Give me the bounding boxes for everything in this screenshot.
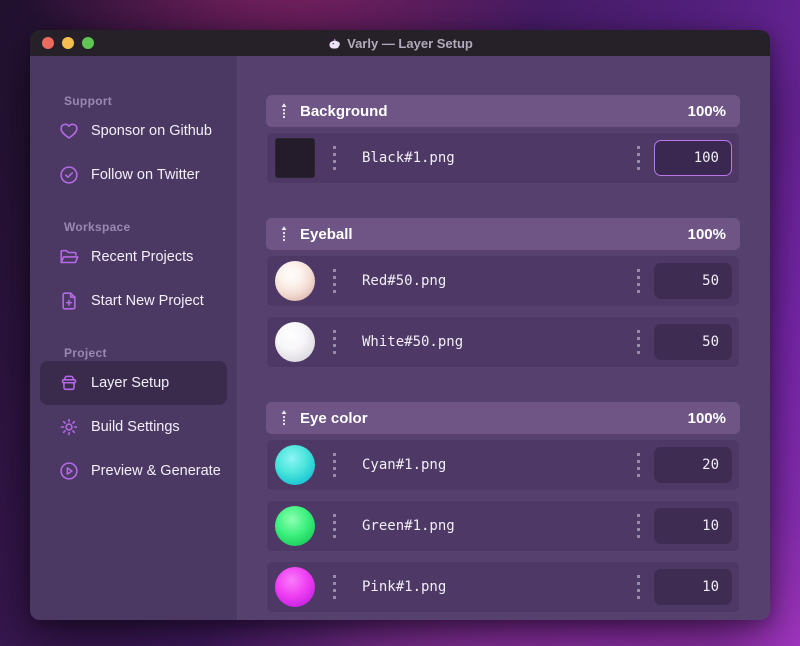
dashed-divider xyxy=(333,453,336,477)
sidebar-section-label: Project xyxy=(64,346,107,360)
sidebar-item-preview-generate[interactable]: Preview & Generate xyxy=(40,449,227,493)
sidebar-item-recent-projects[interactable]: Recent Projects xyxy=(40,235,227,279)
unicorn-icon xyxy=(329,37,340,49)
layer-row[interactable]: White#50.png xyxy=(266,316,740,368)
verified-badge-icon xyxy=(58,164,80,186)
layer-thumbnail-white-sphere xyxy=(275,322,315,362)
gear-icon xyxy=(58,416,80,438)
sidebar-item-label: Layer Setup xyxy=(91,375,170,391)
layer-group-background: Background 100% Black#1.png xyxy=(266,95,740,184)
layer-group-header[interactable]: Background 100% xyxy=(266,95,740,127)
titlebar: Varly — Layer Setup xyxy=(30,30,770,56)
dashed-divider xyxy=(637,514,640,538)
layer-file-name: White#50.png xyxy=(362,334,464,350)
layer-rows: Red#50.png White#50.png xyxy=(266,255,740,368)
traffic-lights xyxy=(42,30,94,56)
layer-weight-input[interactable] xyxy=(654,569,732,605)
sidebar-item-sponsor-on-github[interactable]: Sponsor on Github xyxy=(40,109,227,153)
layer-file-name: Black#1.png xyxy=(362,150,455,166)
dashed-divider xyxy=(333,575,336,599)
dashed-divider xyxy=(637,453,640,477)
layer-weight-input[interactable] xyxy=(654,263,732,299)
layer-rows: Cyan#1.png Green#1.png Pink#1.png xyxy=(266,439,740,613)
drag-handle-icon[interactable] xyxy=(276,408,292,428)
layer-file-name: Red#50.png xyxy=(362,273,447,289)
dashed-divider xyxy=(333,146,336,170)
layer-thumbnail-red-sphere xyxy=(275,261,315,301)
heart-icon xyxy=(58,120,80,142)
layer-weight-input[interactable] xyxy=(654,140,732,176)
layer-thumbnail-cyan-sphere xyxy=(275,445,315,485)
dashed-divider xyxy=(333,514,336,538)
layer-group-header[interactable]: Eye color 100% xyxy=(266,402,740,434)
sidebar-item-label: Follow on Twitter xyxy=(91,167,200,183)
layers-box-icon xyxy=(58,372,80,394)
layer-group-weight: 100% xyxy=(687,102,726,120)
sidebar-section-items: Sponsor on Github Follow on Twitter xyxy=(40,109,227,197)
layers-panel: Background 100% Black#1.png Eyeball 100%… xyxy=(238,56,770,620)
sidebar-item-start-new-project[interactable]: Start New Project xyxy=(40,279,227,323)
layer-group-weight: 100% xyxy=(687,409,726,427)
window-title-text: Varly — Layer Setup xyxy=(347,35,473,51)
sidebar-item-follow-on-twitter[interactable]: Follow on Twitter xyxy=(40,153,227,197)
sidebar-section: Support Sponsor on Github Follow on Twit… xyxy=(40,93,227,197)
sidebar-section-label: Support xyxy=(64,94,113,108)
folder-open-icon xyxy=(58,246,80,268)
layer-group-eyeball: Eyeball 100% Red#50.png White#50.png xyxy=(266,218,740,368)
window-title: Varly — Layer Setup xyxy=(327,36,473,51)
close-button[interactable] xyxy=(42,37,54,49)
layer-group-name: Eyeball xyxy=(300,225,353,243)
dashed-divider xyxy=(637,269,640,293)
sidebar-item-build-settings[interactable]: Build Settings xyxy=(40,405,227,449)
sidebar-section: Project Layer Setup Build Settings Previ… xyxy=(40,345,227,493)
minimize-button[interactable] xyxy=(62,37,74,49)
sidebar-section-items: Recent Projects Start New Project xyxy=(40,235,227,323)
sidebar-section-items: Layer Setup Build Settings Preview & Gen… xyxy=(40,361,227,493)
layer-row[interactable]: Black#1.png xyxy=(266,132,740,184)
sidebar: Support Sponsor on Github Follow on Twit… xyxy=(30,56,238,620)
dashed-divider xyxy=(333,330,336,354)
file-plus-icon xyxy=(58,290,80,312)
layer-group-eye-color: Eye color 100% Cyan#1.png Green#1.png Pi… xyxy=(266,402,740,613)
layer-file-name: Green#1.png xyxy=(362,518,455,534)
drag-handle-icon[interactable] xyxy=(276,224,292,244)
app-window: Varly — Layer Setup Support Sponsor on G… xyxy=(30,30,770,620)
layer-weight-input[interactable] xyxy=(654,324,732,360)
layer-rows: Black#1.png xyxy=(266,132,740,184)
sidebar-section: Workspace Recent Projects Start New Proj… xyxy=(40,219,227,323)
sidebar-section-label: Workspace xyxy=(64,220,131,234)
dashed-divider xyxy=(637,575,640,599)
dashed-divider xyxy=(333,269,336,293)
zoom-button[interactable] xyxy=(82,37,94,49)
layer-file-name: Pink#1.png xyxy=(362,579,447,595)
layer-group-weight: 100% xyxy=(687,225,726,243)
layer-group-name: Eye color xyxy=(300,409,368,427)
layer-row[interactable]: Green#1.png xyxy=(266,500,740,552)
layer-thumbnail-green-sphere xyxy=(275,506,315,546)
layer-weight-input[interactable] xyxy=(654,447,732,483)
drag-handle-icon[interactable] xyxy=(276,101,292,121)
play-circle-icon xyxy=(58,460,80,482)
sidebar-item-label: Preview & Generate xyxy=(91,463,221,479)
layer-group-header[interactable]: Eyeball 100% xyxy=(266,218,740,250)
layer-thumbnail-black-square xyxy=(275,138,315,178)
sidebar-item-layer-setup[interactable]: Layer Setup xyxy=(40,361,227,405)
app-body: Support Sponsor on Github Follow on Twit… xyxy=(30,56,770,620)
layer-weight-input[interactable] xyxy=(654,508,732,544)
layer-thumbnail-pink-sphere xyxy=(275,567,315,607)
dashed-divider xyxy=(637,146,640,170)
sidebar-item-label: Start New Project xyxy=(91,293,204,309)
dashed-divider xyxy=(637,330,640,354)
desktop-background: Varly — Layer Setup Support Sponsor on G… xyxy=(0,0,800,646)
sidebar-item-label: Build Settings xyxy=(91,419,180,435)
layer-row[interactable]: Pink#1.png xyxy=(266,561,740,613)
layer-group-name: Background xyxy=(300,102,388,120)
layer-row[interactable]: Cyan#1.png xyxy=(266,439,740,491)
sidebar-item-label: Recent Projects xyxy=(91,249,194,265)
layer-file-name: Cyan#1.png xyxy=(362,457,447,473)
sidebar-item-label: Sponsor on Github xyxy=(91,123,212,139)
layer-row[interactable]: Red#50.png xyxy=(266,255,740,307)
